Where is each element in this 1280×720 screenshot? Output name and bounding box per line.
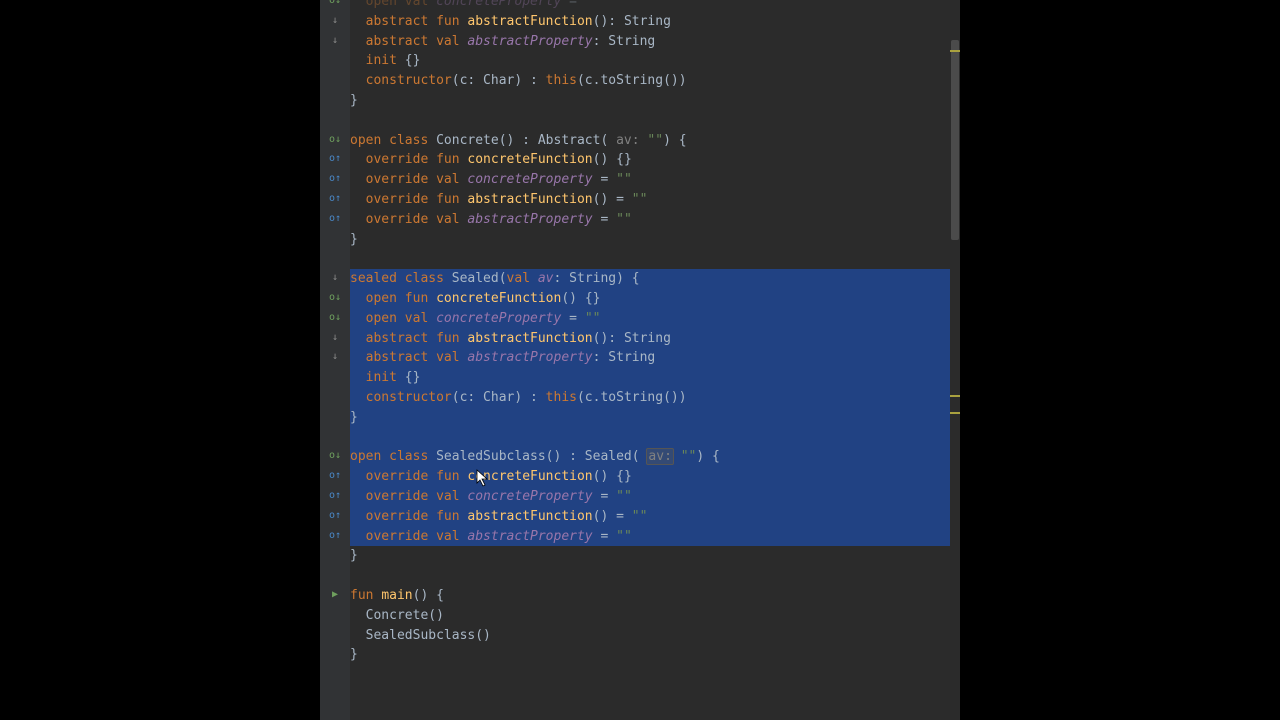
editor-gutter[interactable]: o↓ ↓ ↓ o↓ o↑ o↑ o↑ o↑ ↓ o↓ o↓ ↓ ↓ o↓ o↑ o↑ o↑ o↑ ▶ bbox=[320, 0, 350, 720]
gutter-impl-icon[interactable]: o↓ bbox=[328, 0, 342, 8]
code-line[interactable]: override fun concreteFunction() {} bbox=[350, 467, 950, 487]
gutter-down-icon[interactable]: ↓ bbox=[328, 271, 342, 285]
gutter-impl-icon[interactable]: o↓ bbox=[328, 311, 342, 325]
scrollbar-warning-mark[interactable] bbox=[950, 412, 960, 414]
code-line[interactable]: } bbox=[350, 230, 950, 250]
gutter-override-icon[interactable]: o↑ bbox=[328, 509, 342, 523]
code-line[interactable]: constructor(c: Char) : this(c.toString()… bbox=[350, 388, 950, 408]
code-line[interactable]: abstract fun abstractFunction(): String bbox=[350, 12, 950, 32]
code-line[interactable]: } bbox=[350, 408, 950, 428]
gutter-override-icon[interactable]: o↑ bbox=[328, 469, 342, 483]
code-line[interactable] bbox=[350, 249, 950, 269]
code-line[interactable]: abstract fun abstractFunction(): String bbox=[350, 329, 950, 349]
code-line[interactable]: open val concreteProperty = "" bbox=[350, 0, 950, 12]
scrollbar-warning-mark[interactable] bbox=[950, 50, 960, 52]
gutter-down-icon[interactable]: ↓ bbox=[328, 14, 342, 28]
scrollbar[interactable] bbox=[950, 0, 960, 720]
code-line[interactable]: open fun concreteFunction() {} bbox=[350, 289, 950, 309]
scrollbar-thumb[interactable] bbox=[951, 40, 959, 240]
code-line[interactable]: override fun abstractFunction() = "" bbox=[350, 190, 950, 210]
code-line[interactable]: Concrete() bbox=[350, 606, 950, 626]
code-editor[interactable]: o↓ ↓ ↓ o↓ o↑ o↑ o↑ o↑ ↓ o↓ o↓ ↓ ↓ o↓ o↑ o↑ o↑ o↑ ▶ open va… bbox=[320, 0, 960, 720]
code-line[interactable]: } bbox=[350, 546, 950, 566]
code-line[interactable]: override val abstractProperty = "" bbox=[350, 527, 950, 547]
code-line[interactable]: override val concreteProperty = "" bbox=[350, 170, 950, 190]
gutter-down-icon[interactable]: ↓ bbox=[328, 350, 342, 364]
code-line[interactable]: init {} bbox=[350, 51, 950, 71]
gutter-override-icon[interactable]: o↑ bbox=[328, 192, 342, 206]
gutter-impl-icon[interactable]: o↓ bbox=[328, 291, 342, 305]
code-line[interactable]: override val abstractProperty = "" bbox=[350, 210, 950, 230]
code-line[interactable]: open val concreteProperty = "" bbox=[350, 309, 950, 329]
gutter-override-icon[interactable]: o↑ bbox=[328, 529, 342, 543]
gutter-down-icon[interactable]: ↓ bbox=[328, 34, 342, 48]
code-area[interactable]: open val concreteProperty = "" abstract … bbox=[350, 0, 950, 665]
code-line[interactable]: } bbox=[350, 645, 950, 665]
code-line[interactable]: } bbox=[350, 91, 950, 111]
code-line[interactable]: SealedSubclass() bbox=[350, 626, 950, 646]
code-line[interactable]: init {} bbox=[350, 368, 950, 388]
code-line[interactable]: override fun concreteFunction() {} bbox=[350, 150, 950, 170]
code-line[interactable]: fun main() { bbox=[350, 586, 950, 606]
code-line[interactable]: open class SealedSubclass() : Sealed( av… bbox=[350, 447, 950, 467]
gutter-override-icon[interactable]: o↑ bbox=[328, 152, 342, 166]
gutter-down-icon[interactable]: ↓ bbox=[328, 331, 342, 345]
code-line[interactable]: abstract val abstractProperty: String bbox=[350, 32, 950, 52]
code-line[interactable]: override val concreteProperty = "" bbox=[350, 487, 950, 507]
code-line[interactable] bbox=[350, 111, 950, 131]
code-line[interactable] bbox=[350, 428, 950, 448]
gutter-override-icon[interactable]: o↑ bbox=[328, 212, 342, 226]
gutter-impl-icon[interactable]: o↓ bbox=[328, 133, 342, 147]
code-line[interactable]: open class Concrete() : Abstract( av: ""… bbox=[350, 131, 950, 151]
scrollbar-warning-mark[interactable] bbox=[950, 395, 960, 397]
code-line[interactable] bbox=[350, 566, 950, 586]
code-line[interactable]: abstract val abstractProperty: String bbox=[350, 348, 950, 368]
code-line[interactable]: constructor(c: Char) : this(c.toString()… bbox=[350, 71, 950, 91]
code-line[interactable]: sealed class Sealed(val av: String) { bbox=[350, 269, 950, 289]
code-line[interactable]: override fun abstractFunction() = "" bbox=[350, 507, 950, 527]
gutter-override-icon[interactable]: o↑ bbox=[328, 172, 342, 186]
gutter-impl-icon[interactable]: o↓ bbox=[328, 449, 342, 463]
gutter-override-icon[interactable]: o↑ bbox=[328, 489, 342, 503]
gutter-run-icon[interactable]: ▶ bbox=[328, 588, 342, 602]
